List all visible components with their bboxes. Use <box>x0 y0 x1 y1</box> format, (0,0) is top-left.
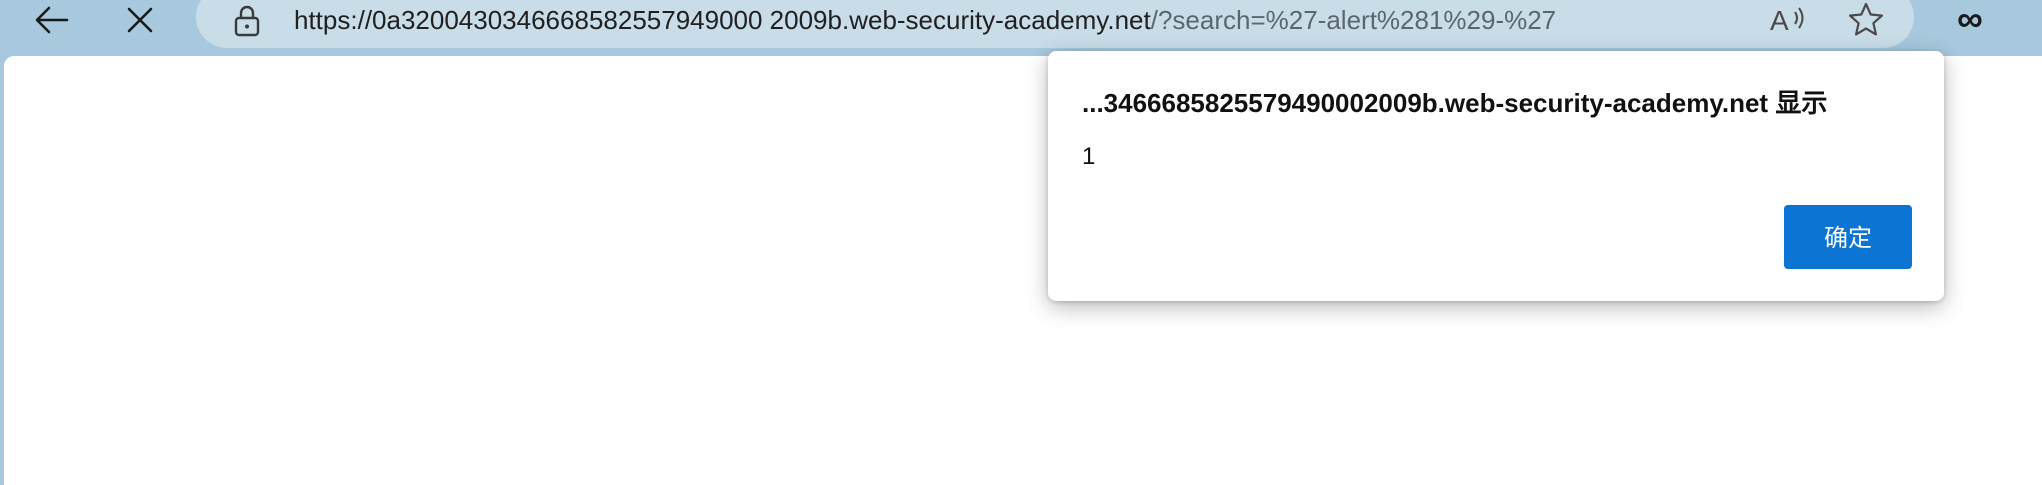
url-query: /?search=%27-alert%281%29-%27 <box>1150 5 1557 35</box>
svg-text:A: A <box>1770 5 1789 36</box>
lock-icon[interactable] <box>232 4 262 38</box>
dialog-message: 1 <box>1082 143 1096 170</box>
alert-dialog: ...3466685825579490002009b.web-security-… <box>1048 51 1944 301</box>
close-icon <box>127 7 153 33</box>
url-text[interactable]: https://0a3200430346668582557949000 2009… <box>294 0 1556 40</box>
back-arrow-icon <box>35 6 69 34</box>
url-host: https://0a3200430346668582557949000 2009… <box>294 5 1151 35</box>
dialog-title: ...3466685825579490002009b.web-security-… <box>1082 88 1828 118</box>
ok-button[interactable]: 确定 <box>1784 205 1912 269</box>
star-icon[interactable] <box>1846 0 1886 40</box>
stop-loading-button[interactable] <box>112 0 168 40</box>
address-bar[interactable]: https://0a3200430346668582557949000 2009… <box>196 0 1914 48</box>
back-button[interactable] <box>24 0 80 40</box>
infinity-icon[interactable]: ∞ <box>1945 0 1995 38</box>
browser-toolbar: https://0a3200430346668582557949000 2009… <box>0 0 2042 56</box>
read-aloud-icon[interactable]: A <box>1768 0 1808 40</box>
